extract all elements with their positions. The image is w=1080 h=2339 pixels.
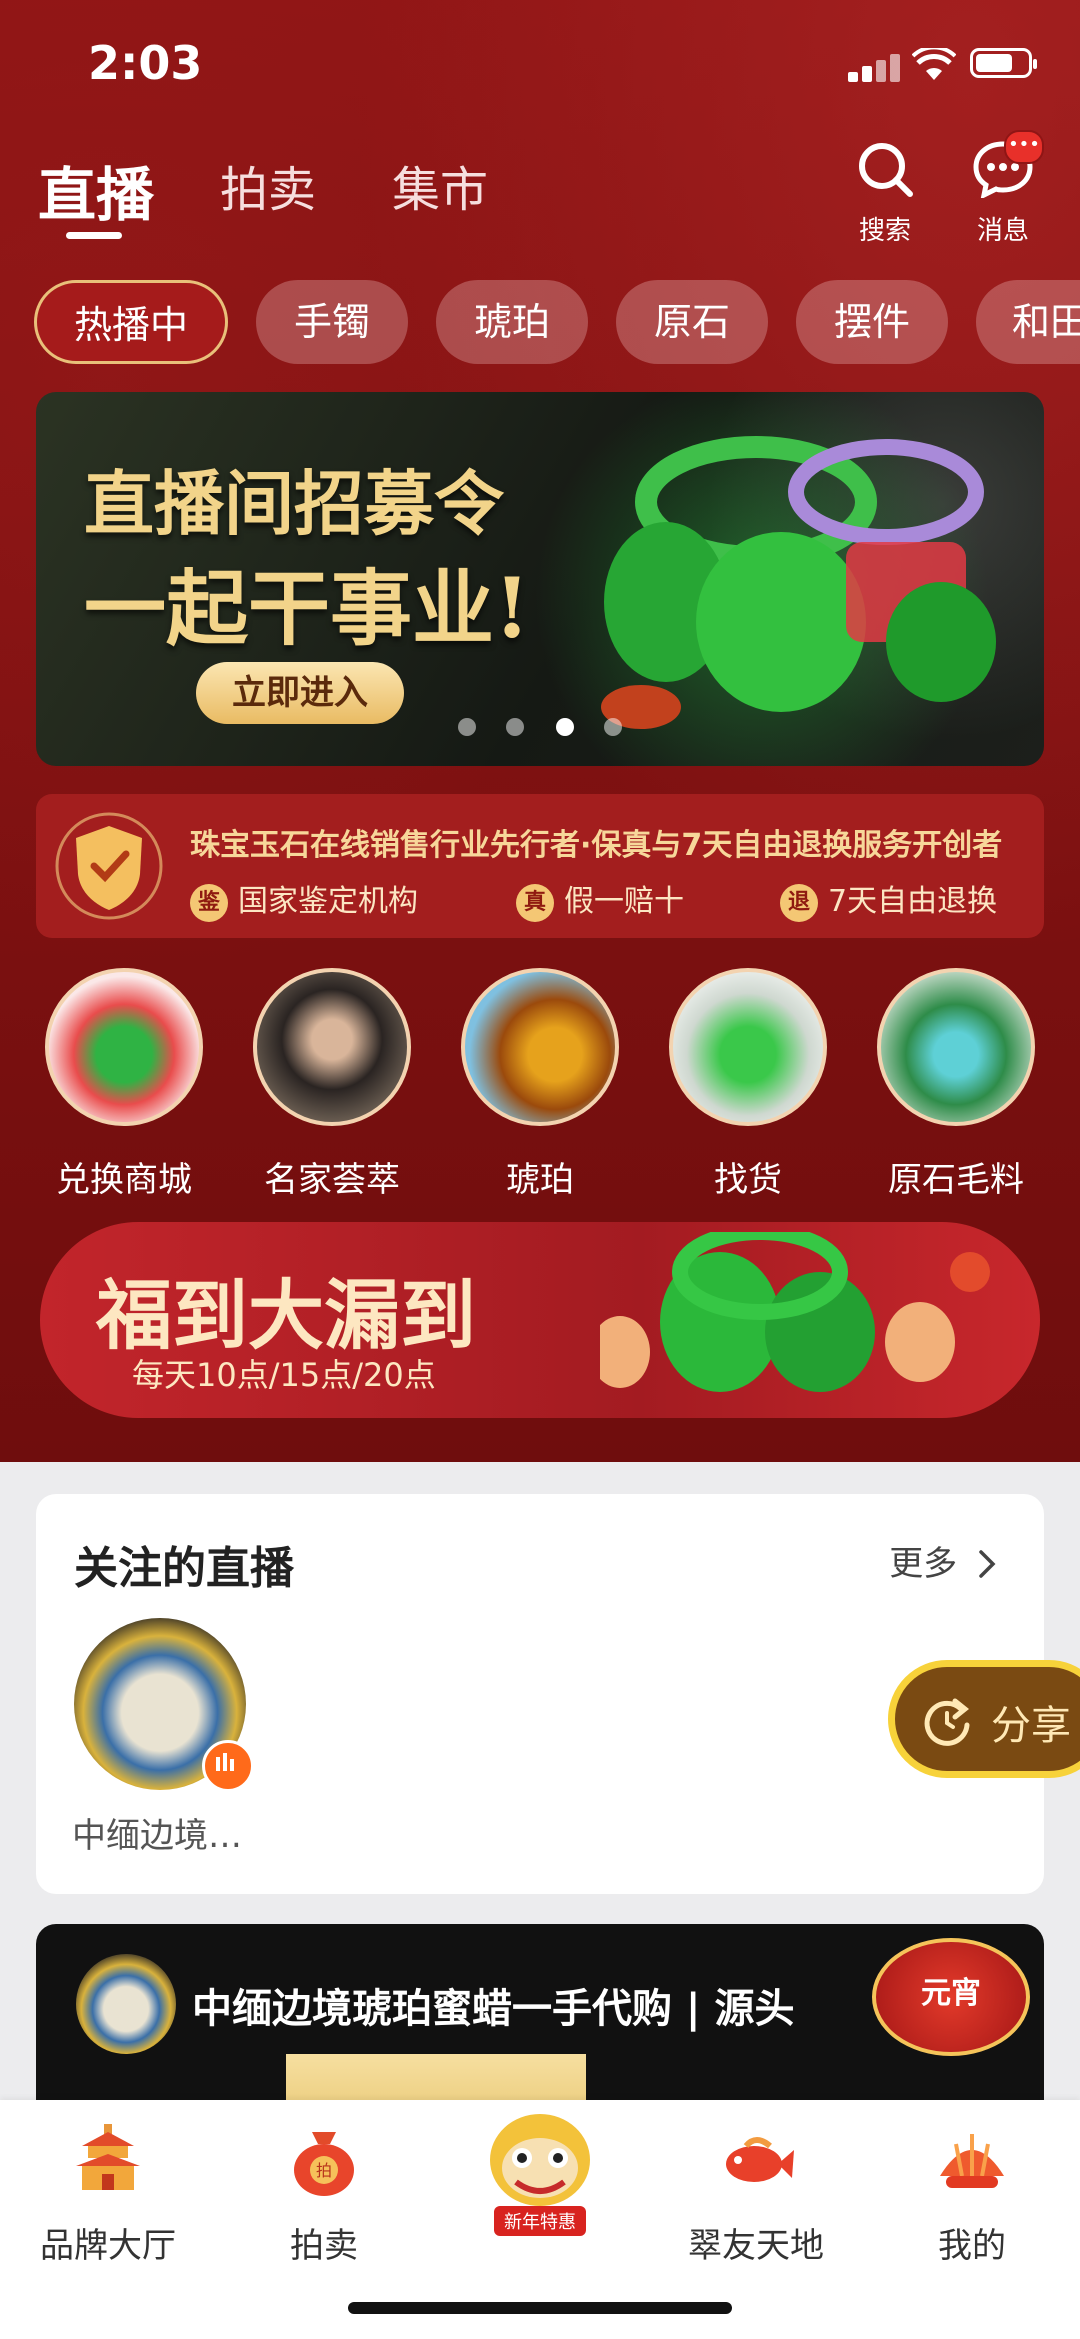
nav-jade-friends[interactable]: 翠友天地	[648, 2120, 864, 2267]
jade-ox-illustration	[600, 1232, 990, 1392]
lucky-deals-banner[interactable]: 福到大漏到 每天10点/15点/20点	[40, 1222, 1040, 1418]
masters-photo	[253, 968, 411, 1126]
svg-text:拍: 拍	[316, 2161, 332, 2180]
chip-hot[interactable]: 热播中	[34, 280, 228, 364]
category-rough-materials[interactable]: 原石毛料	[866, 968, 1046, 1201]
jade-products-image	[601, 436, 996, 729]
live-streamer-avatar	[76, 1954, 176, 2054]
banner-title-line1: 直播间招募令	[84, 462, 504, 545]
chip-bangle[interactable]: 手镯	[256, 280, 408, 364]
battery-icon	[970, 48, 1037, 78]
messages-button[interactable]: ••• 消息	[958, 130, 1048, 247]
find-goods-icon	[669, 968, 827, 1126]
trust-item-label: 国家鉴定机构	[238, 884, 418, 919]
palace-icon	[76, 2124, 140, 2190]
return-badge-icon: 退	[780, 883, 818, 922]
search-label: 搜索	[858, 216, 911, 246]
tab-market[interactable]: 集市	[392, 150, 488, 220]
rough-materials-icon	[877, 968, 1035, 1126]
carousel-dot-active[interactable]	[556, 718, 574, 736]
authentic-badge-icon: 真	[516, 883, 554, 922]
share-label: 分享	[991, 1703, 1071, 1749]
live-indicator-icon	[202, 1740, 254, 1792]
category-label: 原石毛料	[888, 1160, 1024, 1200]
carousel-dot[interactable]	[506, 718, 524, 736]
active-tab-indicator	[66, 232, 122, 239]
messages-label: 消息	[976, 216, 1029, 246]
new-year-special-label: 新年特惠	[504, 2212, 576, 2233]
nav-me[interactable]: 我的	[864, 2120, 1080, 2267]
search-button[interactable]: 搜索	[840, 140, 930, 247]
more-link[interactable]: 更多	[889, 1536, 998, 1585]
trust-item-return: 退 7天自由退换	[780, 876, 997, 922]
category-label: 名家荟萃	[264, 1160, 400, 1200]
trust-item-authentic: 真假一赔十	[516, 876, 684, 922]
search-icon	[859, 143, 913, 197]
lantern-badge-label: 元宵	[921, 1976, 981, 2011]
category-exchange-mall[interactable]: 兑换商城	[34, 968, 214, 1201]
message-badge: •••	[1004, 130, 1044, 164]
wifi-icon	[912, 48, 956, 80]
category-label: 兑换商城	[56, 1160, 192, 1200]
trust-item-appraisal: 鉴国家鉴定机构	[190, 876, 418, 922]
section-title: 关注的直播	[74, 1543, 294, 1594]
promo-banner[interactable]: 直播间招募令 一起干事业! 立即进入	[36, 392, 1044, 766]
category-masters[interactable]: 名家荟萃	[242, 968, 422, 1201]
category-chip-row: 热播中 手镯 琥珀 原石 摆件 和田	[0, 280, 1080, 366]
tab-auction[interactable]: 拍卖	[220, 150, 316, 220]
category-find-goods[interactable]: 找货	[658, 968, 838, 1201]
signal-icon	[848, 52, 900, 82]
lion-dance-icon: 新年特惠	[490, 2114, 590, 2236]
shell-icon	[940, 2134, 1004, 2188]
money-bag-icon: 拍	[294, 2132, 354, 2196]
carousel-dot[interactable]	[458, 718, 476, 736]
nav-brand-hall[interactable]: 品牌大厅	[0, 2120, 216, 2267]
lantern-festival-badge: 元宵	[872, 1938, 1030, 2056]
live-stream-title: 中缅边境琥珀蜜蜡一手代购 | 源头	[192, 1986, 795, 2032]
chevron-right-icon	[979, 1550, 996, 1578]
home-indicator[interactable]	[348, 2302, 732, 2314]
nav-label: 我的	[938, 2226, 1006, 2266]
status-time: 2:03	[88, 36, 203, 90]
promo-title: 福到大漏到	[96, 1271, 476, 1360]
carousel-dot[interactable]	[604, 718, 622, 736]
amber-icon	[461, 968, 619, 1126]
category-amber[interactable]: 琥珀	[450, 968, 630, 1201]
tab-live[interactable]: 直播	[38, 148, 154, 232]
trust-item-label: 假一赔十	[564, 884, 684, 919]
more-label: 更多	[889, 1544, 958, 1584]
chip-amber[interactable]: 琥珀	[436, 280, 588, 364]
promo-subtitle: 每天10点/15点/20点	[132, 1356, 436, 1394]
banner-title-line2: 一起干事业!	[84, 561, 530, 657]
koi-fish-icon	[726, 2137, 794, 2182]
trust-headline: 珠宝玉石在线销售行业先行者·保真与7天自由退换服务开创者	[190, 828, 1003, 863]
streamer-name[interactable]: 中缅边境…	[72, 1808, 242, 1857]
status-bar: 2:03	[0, 0, 1080, 130]
category-label: 找货	[714, 1160, 782, 1200]
category-label: 琥珀	[506, 1160, 574, 1200]
appraisal-badge-icon: 鉴	[190, 883, 228, 922]
chip-rough-stone[interactable]: 原石	[616, 280, 768, 364]
exchange-mall-icon	[45, 968, 203, 1126]
shield-check-icon	[55, 812, 163, 920]
chip-hetian[interactable]: 和田	[976, 280, 1080, 364]
share-icon	[924, 1698, 970, 1746]
nav-auction[interactable]: 拍 拍卖	[216, 2120, 432, 2267]
trust-item-label: 7天自由退换	[828, 884, 998, 919]
chip-ornament[interactable]: 摆件	[796, 280, 948, 364]
nav-new-year-special[interactable]: 新年特惠	[480, 2110, 600, 2240]
share-button[interactable]: 分享	[888, 1660, 1080, 1778]
nav-label: 翠友天地	[688, 2226, 824, 2266]
trust-banner: 珠宝玉石在线销售行业先行者·保真与7天自由退换服务开创者 鉴国家鉴定机构 真假一…	[36, 794, 1044, 938]
enter-now-button[interactable]: 立即进入	[196, 662, 404, 724]
carousel-dots	[36, 718, 1044, 738]
nav-label: 拍卖	[290, 2226, 358, 2266]
nav-label: 品牌大厅	[40, 2226, 176, 2266]
